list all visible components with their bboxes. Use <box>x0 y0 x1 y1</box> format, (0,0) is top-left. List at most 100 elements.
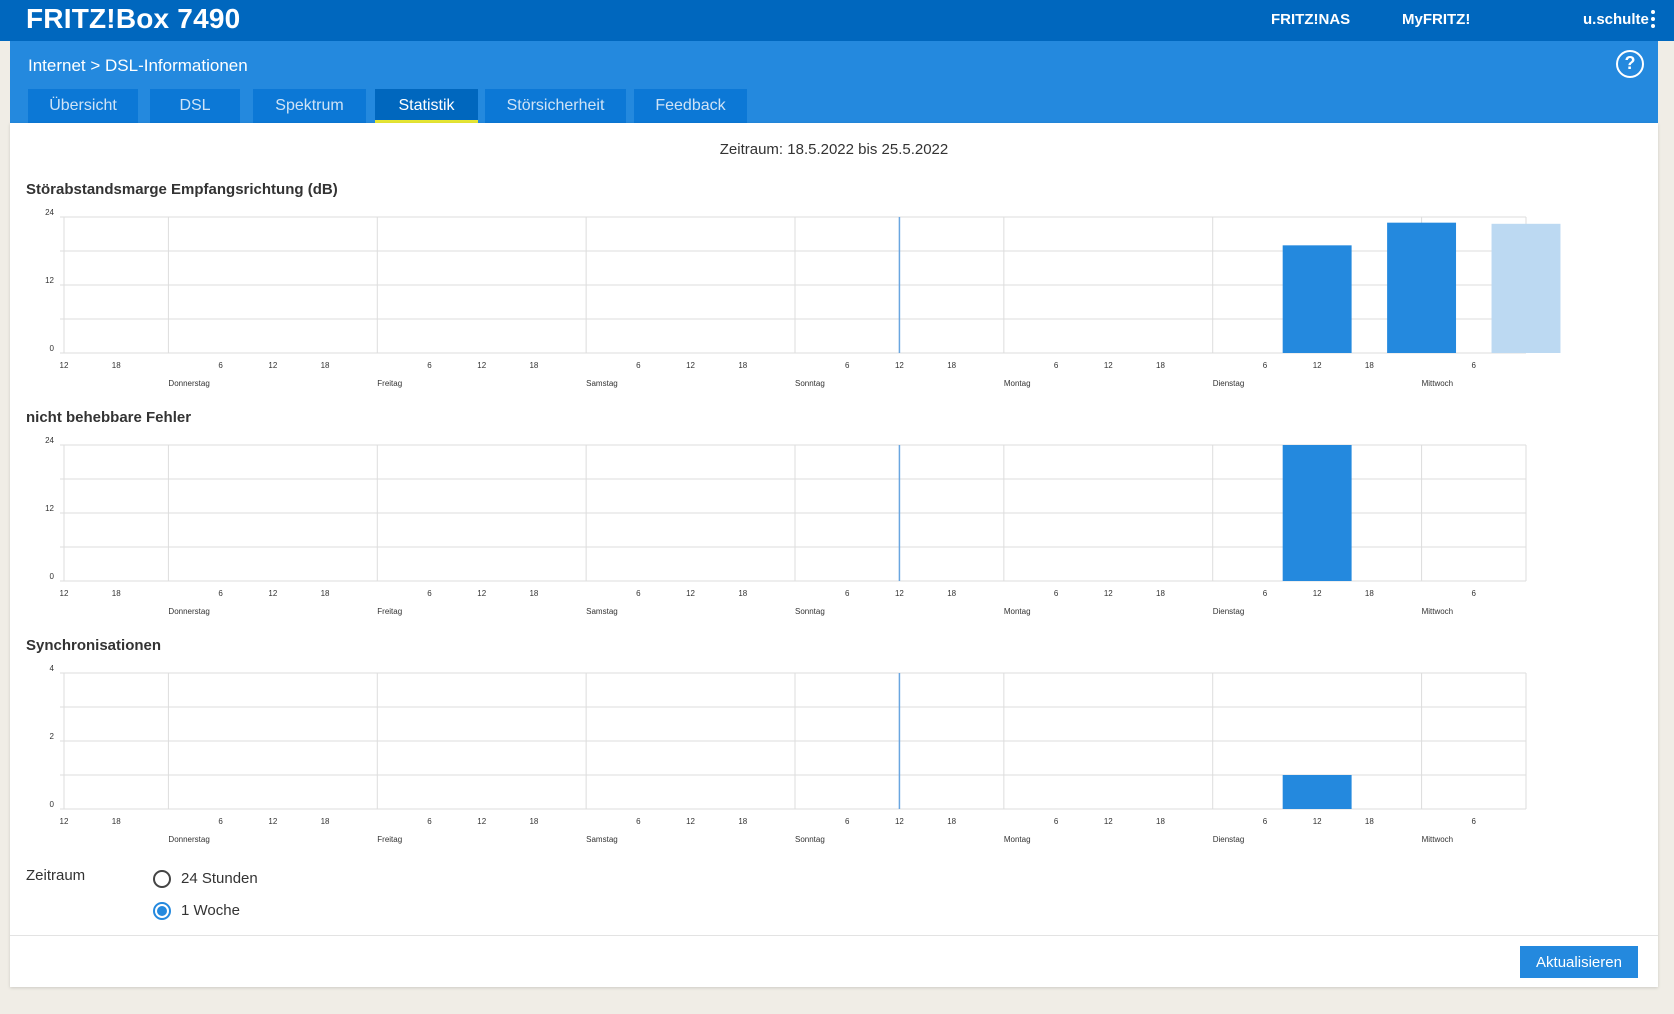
data-bar <box>1282 775 1352 809</box>
day-label: Montag <box>1004 379 1031 388</box>
x-tick-label: 6 <box>1472 361 1477 370</box>
kebab-menu-icon[interactable] <box>1650 10 1656 30</box>
breadcrumb: Internet > DSL-Informationen <box>28 56 248 75</box>
day-label: Montag <box>1004 835 1031 844</box>
x-tick-label: 6 <box>1263 361 1268 370</box>
x-tick-label: 6 <box>427 817 432 826</box>
x-tick-label: 6 <box>1472 589 1477 598</box>
x-tick-label: 12 <box>1313 817 1322 826</box>
tab-spektrum[interactable]: Spektrum <box>253 89 366 123</box>
help-icon[interactable]: ? <box>1616 50 1644 78</box>
x-tick-label: 6 <box>1263 817 1268 826</box>
x-tick-label: 6 <box>636 817 641 826</box>
data-bar <box>1387 222 1457 353</box>
x-tick-label: 18 <box>1365 361 1374 370</box>
chart-synchronisations: 0 2 4 12 18 6 12 18 6 12 18 6 12 18 6 12 18 6 12 18 6 12 18 6 Do… <box>50 664 1527 844</box>
x-tick-label: 12 <box>268 361 277 370</box>
tab-stoersicherheit[interactable]: Störsicherheit <box>485 89 626 123</box>
x-tick-label: 18 <box>1156 589 1165 598</box>
y-tick-label: 24 <box>45 436 54 445</box>
x-tick-label: 18 <box>112 361 121 370</box>
x-tick-label: 18 <box>738 589 747 598</box>
x-tick-label: 18 <box>112 817 121 826</box>
period-text: Zeitraum: 18.5.2022 bis 25.5.2022 <box>719 141 949 158</box>
tab-statistik[interactable]: Statistik <box>375 89 478 123</box>
y-tick-label: 24 <box>45 208 54 217</box>
x-tick-label: 6 <box>218 589 223 598</box>
x-tick-label: 18 <box>321 589 330 598</box>
x-tick-label: 6 <box>1472 817 1477 826</box>
tab-feedback[interactable]: Feedback <box>634 89 747 123</box>
day-label: Mittwoch <box>1422 379 1454 388</box>
x-tick-label: 6 <box>1263 589 1268 598</box>
x-tick-label: 18 <box>529 817 538 826</box>
x-tick-label: 18 <box>947 589 956 598</box>
y-tick-label: 12 <box>45 504 54 513</box>
x-tick-label: 6 <box>845 361 850 370</box>
day-label: Dienstag <box>1213 379 1245 388</box>
brand-logo: FRITZ!Box 7490 <box>26 3 241 34</box>
x-tick-label: 12 <box>477 817 486 826</box>
update-button[interactable]: Aktualisieren <box>1520 946 1638 978</box>
radio-24-stunden-circle[interactable] <box>153 870 171 888</box>
x-tick-label: 18 <box>529 589 538 598</box>
x-tick-label: 18 <box>947 817 956 826</box>
chart-title-synchronisations: Synchronisationen <box>26 637 162 654</box>
x-tick-label: 12 <box>1104 817 1113 826</box>
x-tick-label: 6 <box>1054 817 1059 826</box>
x-tick-label: 18 <box>1156 361 1165 370</box>
x-tick-label: 18 <box>1365 589 1374 598</box>
radio-24-stunden-label: 24 Stunden <box>181 870 258 887</box>
x-tick-label: 12 <box>1313 589 1322 598</box>
tab-uebersicht[interactable]: Übersicht <box>28 89 138 123</box>
tab-dsl[interactable]: DSL <box>150 89 240 123</box>
x-tick-label: 18 <box>321 361 330 370</box>
chart-title-snr-margin: Störabstandsmarge Empfangsrichtung (dB) <box>26 181 338 198</box>
day-label: Mittwoch <box>1422 607 1454 616</box>
day-label: Samstag <box>586 607 618 616</box>
x-tick-label: 12 <box>895 817 904 826</box>
x-tick-label: 6 <box>636 361 641 370</box>
day-label: Mittwoch <box>1422 835 1454 844</box>
x-tick-label: 6 <box>1054 589 1059 598</box>
user-name[interactable]: u.schulte <box>1583 11 1649 28</box>
x-tick-label: 6 <box>218 361 223 370</box>
x-tick-label: 6 <box>1054 361 1059 370</box>
footer-divider <box>10 935 1658 936</box>
x-tick-label: 18 <box>1156 817 1165 826</box>
x-tick-label: 6 <box>845 817 850 826</box>
y-tick-label: 0 <box>50 572 55 581</box>
x-tick-label: 12 <box>895 361 904 370</box>
x-tick-label: 18 <box>321 817 330 826</box>
x-tick-label: 12 <box>60 817 69 826</box>
chart-uncorrectable-errors: 0 12 24 12 18 6 12 18 6 12 18 6 12 18 6 12 18 6 12 18 6 12 18 6… <box>45 436 1527 616</box>
myfritz-link[interactable]: MyFRITZ! <box>1402 11 1470 28</box>
day-label: Freitag <box>377 379 402 388</box>
x-tick-label: 12 <box>477 361 486 370</box>
fritznas-link[interactable]: FRITZ!NAS <box>1271 11 1350 28</box>
top-bar: FRITZ!Box 7490 FRITZ!NAS MyFRITZ! u.schu… <box>0 0 1674 41</box>
statistics-panel: Zeitraum: 18.5.2022 bis 25.5.2022 Störab… <box>10 123 1658 987</box>
y-tick-label: 12 <box>45 276 54 285</box>
x-tick-label: 12 <box>60 589 69 598</box>
x-tick-label: 12 <box>477 589 486 598</box>
data-bar <box>1491 223 1561 353</box>
day-label: Donnerstag <box>168 835 209 844</box>
day-label: Dienstag <box>1213 607 1245 616</box>
x-tick-label: 18 <box>112 589 121 598</box>
x-tick-label: 18 <box>1365 817 1374 826</box>
radio-1-woche-label: 1 Woche <box>181 902 240 919</box>
data-bar <box>1282 445 1352 581</box>
x-tick-label: 6 <box>636 589 641 598</box>
chart-snr-margin: 0 12 24 12 18 6 12 18 6 12 18 6 12 18 6 12 18 6 12 18 6 12 18 6… <box>45 208 1561 388</box>
day-label: Donnerstag <box>168 379 209 388</box>
day-label: Sonntag <box>795 379 825 388</box>
x-tick-label: 12 <box>686 361 695 370</box>
x-tick-label: 6 <box>427 589 432 598</box>
radio-1-woche-circle[interactable] <box>153 902 171 920</box>
y-tick-label: 0 <box>50 800 55 809</box>
day-label: Sonntag <box>795 607 825 616</box>
x-tick-label: 6 <box>218 817 223 826</box>
day-label: Donnerstag <box>168 607 209 616</box>
y-tick-label: 2 <box>50 732 55 741</box>
